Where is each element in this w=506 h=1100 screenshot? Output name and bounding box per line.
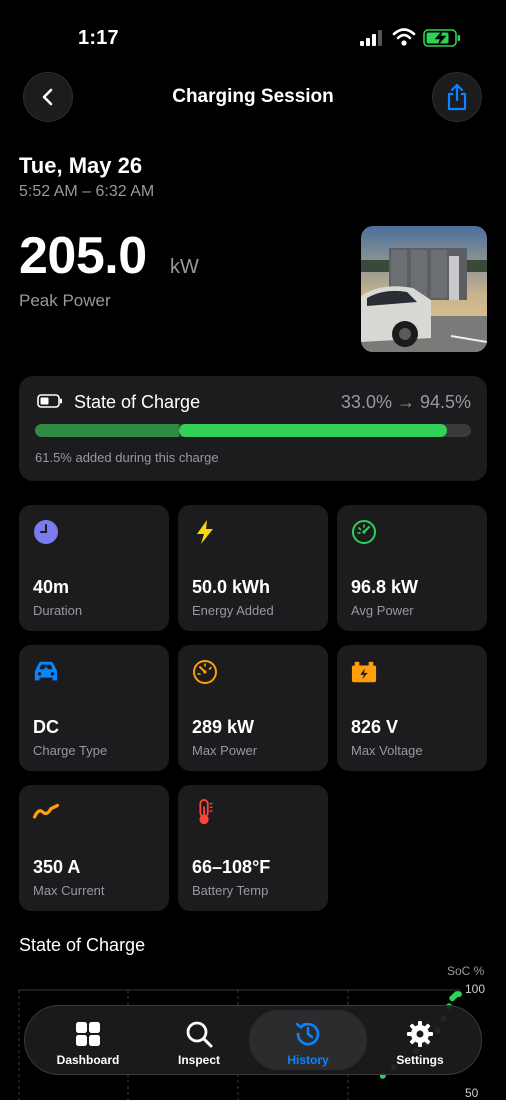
- stat-label: Battery Temp: [192, 883, 269, 898]
- stat-value: 826 V: [351, 717, 399, 737]
- status-bar: 1:17: [0, 0, 506, 70]
- tab-inspect[interactable]: Inspect: [140, 1010, 258, 1070]
- peak-power-label: Peak Power: [19, 291, 111, 310]
- history-icon: [295, 1022, 320, 1046]
- thermometer-icon: [199, 799, 213, 825]
- chart-y-tick: 100: [465, 982, 486, 996]
- session-date: Tue, May 26: [19, 153, 143, 178]
- soc-range: 33.0% → 94.5%: [340, 392, 471, 412]
- wave-icon: [33, 803, 59, 819]
- navigation-bar: Charging Session: [0, 72, 506, 124]
- chart-y-axis-title: SoC %: [447, 964, 485, 978]
- peak-power-unit: kW: [170, 256, 199, 278]
- chart-section-title: State of Charge: [19, 935, 146, 955]
- charger-photo[interactable]: [361, 226, 487, 352]
- tab-label: Dashboard: [56, 1053, 120, 1067]
- clock-icon: [34, 520, 58, 544]
- grid-icon: [76, 1022, 100, 1046]
- stat-tile-duration: 40m Duration: [19, 505, 169, 631]
- battery-bolt-icon: [351, 661, 377, 683]
- stat-label: Energy Added: [192, 603, 274, 618]
- stat-tile-avg-power: 96.8 kW Avg Power: [337, 505, 487, 631]
- stat-tile-max-power: 289 kW Max Power: [178, 645, 328, 771]
- stat-value: 66–108°F: [192, 857, 271, 877]
- stat-tile-max-current: 350 A Max Current: [19, 785, 169, 911]
- share-button[interactable]: [432, 72, 482, 122]
- gear-icon: [407, 1021, 433, 1047]
- soc-title: State of Charge: [74, 392, 201, 412]
- tab-label: Settings: [396, 1053, 444, 1067]
- page-title: Charging Session: [172, 86, 334, 107]
- stat-value: 40m: [33, 577, 70, 597]
- soc-added-note: 61.5% added during this charge: [35, 450, 219, 465]
- stat-label: Max Current: [33, 883, 105, 898]
- cellular-signal-icon: [360, 30, 382, 46]
- tab-label: History: [287, 1053, 329, 1067]
- stat-label: Max Power: [192, 743, 258, 758]
- wifi-icon: [392, 28, 416, 46]
- stat-value: 96.8 kW: [351, 577, 419, 597]
- stat-tile-energy-added: 50.0 kWh Energy Added: [178, 505, 328, 631]
- stat-tile-charge-type: DC Charge Type: [19, 645, 169, 771]
- stat-tile-battery-temp: 66–108°F Battery Temp: [178, 785, 328, 911]
- chart-y-tick: 50: [465, 1086, 479, 1100]
- stat-value: 350 A: [33, 857, 81, 877]
- battery-charging-icon: [423, 29, 460, 47]
- stat-value: 289 kW: [192, 717, 255, 737]
- gauge-icon: [352, 520, 376, 544]
- soc-added-fill: [178, 424, 447, 437]
- stat-label: Max Voltage: [351, 743, 423, 758]
- stat-tile-max-voltage: 826 V Max Voltage: [337, 645, 487, 771]
- stat-value: 50.0 kWh: [192, 577, 271, 597]
- state-of-charge-card: State of Charge 33.0% → 94.5% 61.5% adde…: [19, 376, 487, 481]
- speedometer-icon: [193, 660, 217, 684]
- status-time: 1:17: [78, 27, 119, 49]
- session-time-range: 5:52 AM – 6:32 AM: [19, 183, 155, 200]
- stat-label: Charge Type: [33, 743, 108, 758]
- battery-icon: [37, 394, 62, 408]
- soc-progress-bar: [35, 424, 471, 437]
- chart-point: [455, 991, 462, 998]
- bolt-icon: [197, 520, 213, 544]
- tab-history[interactable]: History: [249, 1010, 367, 1070]
- stat-label: Duration: [33, 603, 83, 618]
- stat-label: Avg Power: [351, 603, 414, 618]
- stat-value: DC: [33, 717, 59, 737]
- magnifier-icon: [186, 1021, 213, 1048]
- peak-power-value: 205.0: [19, 227, 147, 285]
- car-icon: [34, 661, 58, 681]
- tab-settings[interactable]: Settings: [361, 1010, 479, 1070]
- tab-bar: Dashboard Inspect History Settings: [24, 1005, 482, 1075]
- share-icon: [447, 83, 467, 111]
- tab-dashboard[interactable]: Dashboard: [29, 1010, 147, 1070]
- soc-start-fill: [35, 424, 179, 437]
- tab-label: Inspect: [177, 1053, 220, 1067]
